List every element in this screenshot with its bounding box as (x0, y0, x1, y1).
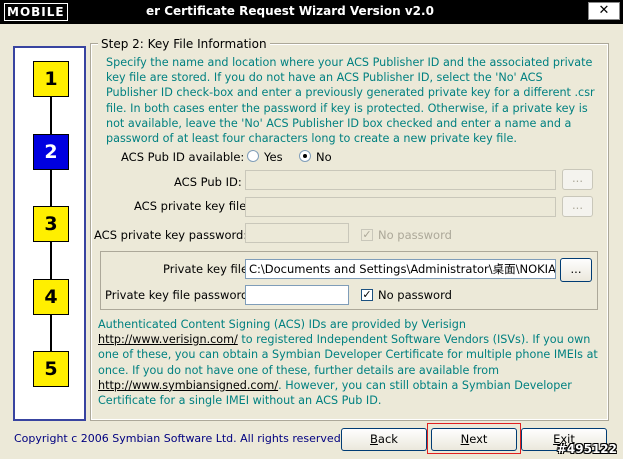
acs-available-label: ACS Pub ID available: (121, 150, 245, 164)
private-key-file-field[interactable]: C:\Documents and Settings\Administrator\… (245, 259, 556, 279)
acs-pub-id-field[interactable] (245, 170, 556, 190)
private-key-file-password-label: Private key file password: (105, 288, 253, 302)
window-title: er Certificate Request Wizard Version v2… (146, 4, 434, 18)
step-2: 2 (33, 134, 69, 170)
acs-yes-radio[interactable] (247, 150, 259, 162)
watermark: #495122 (556, 442, 617, 456)
acs-yes-label[interactable]: Yes (264, 150, 283, 164)
acs-private-key-password-field[interactable] (245, 223, 349, 243)
acs-private-key-file-label: ACS private key file: (134, 199, 251, 213)
symbiansigned-link[interactable]: http://www.symbiansigned.com/ (98, 379, 278, 392)
step-indicator-panel: 1 2 3 4 5 (13, 46, 86, 421)
acs-no-label[interactable]: No (316, 150, 332, 164)
private-key-file-password-field[interactable] (245, 285, 349, 305)
acs-private-key-password-label: ACS private key password: (94, 228, 248, 242)
acs-pub-id-browse-button[interactable]: ... (562, 169, 593, 190)
next-button[interactable]: Next (431, 428, 517, 451)
close-button[interactable]: ✕ (588, 2, 620, 20)
acs-pub-id-label: ACS Pub ID: (174, 175, 242, 189)
acs-no-radio[interactable] (299, 150, 311, 162)
acs-info-text: Authenticated Content Signing (ACS) IDs … (98, 317, 598, 408)
private-key-file-browse-button[interactable]: ... (560, 258, 592, 282)
acs-no-password-label[interactable]: No password (378, 228, 452, 242)
back-button[interactable]: Back (341, 428, 427, 451)
title-bar: MOBILE er Certificate Request Wizard Ver… (0, 0, 623, 24)
acs-private-key-file-browse-button[interactable]: ... (562, 196, 593, 217)
private-key-no-password-label[interactable]: No password (378, 288, 452, 302)
step-3: 3 (33, 206, 69, 242)
step-description: Specify the name and location where your… (106, 56, 595, 146)
acs-no-password-checkbox[interactable]: ✓ (361, 229, 373, 241)
acs-private-key-file-field[interactable] (245, 197, 556, 217)
step-4: 4 (33, 279, 69, 315)
verisign-link[interactable]: http://www.verisign.com/ (98, 333, 238, 346)
mobile-logo: MOBILE (4, 2, 68, 22)
info-text-1: Authenticated Content Signing (ACS) IDs … (98, 318, 466, 331)
group-title: Step 2: Key File Information (98, 37, 270, 51)
copyright-text: Copyright c 2006 Symbian Software Ltd. A… (14, 432, 345, 445)
private-key-file-label: Private key file: (163, 262, 252, 276)
private-key-no-password-checkbox[interactable]: ✓ (361, 289, 373, 301)
step-5: 5 (33, 351, 69, 387)
step-1: 1 (33, 61, 69, 97)
